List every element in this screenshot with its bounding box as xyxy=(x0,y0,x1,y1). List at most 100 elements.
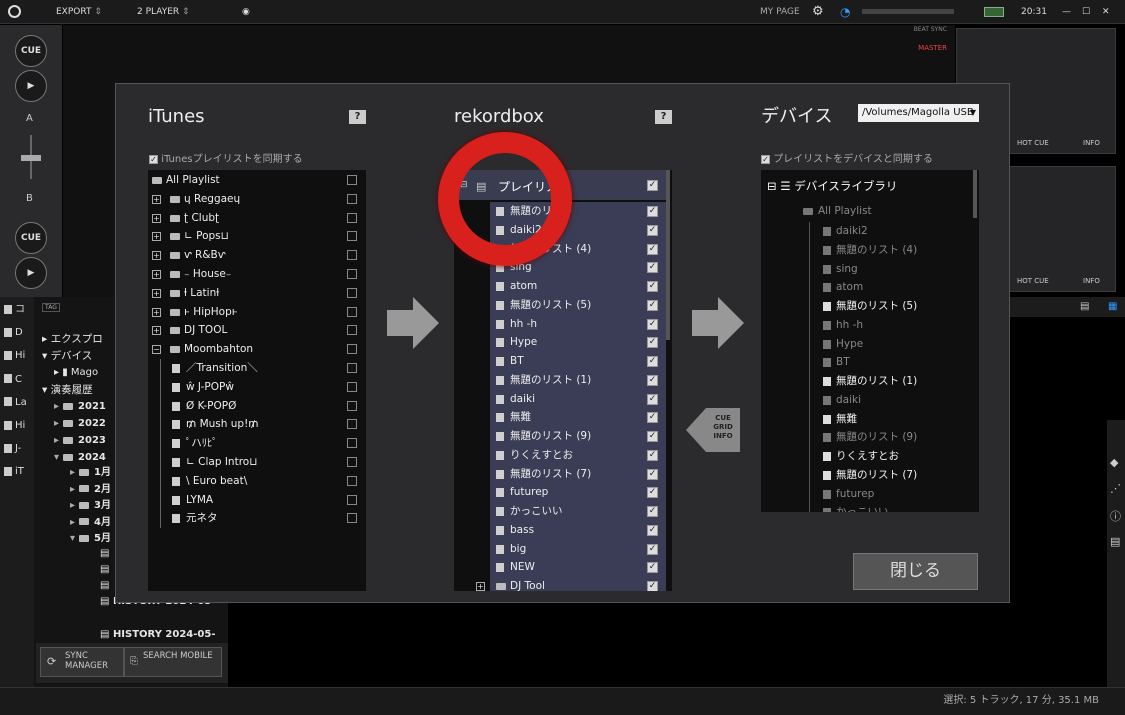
collapse-icon[interactable]: − xyxy=(152,345,161,355)
device-playlist-row[interactable]: atom xyxy=(761,278,973,298)
rb-playlist-checkbox[interactable]: ✓ xyxy=(647,412,658,424)
expand-icon[interactable]: + xyxy=(476,582,485,591)
itunes-playlist-row[interactable]: + ⱶ HipHopⱶ xyxy=(148,303,366,322)
device-playlist-row[interactable]: 無題のリスト (4) xyxy=(761,240,973,260)
play-button-a[interactable]: ▶ xyxy=(15,70,47,102)
device-playlist-row[interactable]: daiki2 xyxy=(761,222,973,241)
grid-view-icon[interactable]: ▦ xyxy=(1108,301,1117,312)
rb-scrollbar[interactable] xyxy=(666,170,670,340)
rb-playlist-checkbox[interactable]: ✓ xyxy=(647,524,658,536)
rb-playlist-checkbox[interactable]: ✓ xyxy=(647,487,658,499)
itunes-playlist-row[interactable]: ／Transition＼ xyxy=(148,359,366,378)
sidebar-item-6[interactable]: J- xyxy=(4,442,21,456)
rb-playlist-checkbox[interactable]: ✓ xyxy=(647,262,658,274)
rb-playlist-checkbox[interactable]: ✓ xyxy=(647,374,658,386)
history-file-3[interactable]: ▤ xyxy=(100,579,109,593)
rb-playlist-row[interactable]: daiki ✓ xyxy=(454,390,666,409)
itunes-playlist-checkbox[interactable] xyxy=(347,438,357,449)
list-view-icon[interactable]: ▤ xyxy=(1080,301,1089,312)
rb-playlist-row[interactable]: big ✓ xyxy=(454,540,666,559)
rekordbox-help-button[interactable]: ? xyxy=(655,110,672,124)
info-icon[interactable]: ⓘ xyxy=(1110,508,1121,524)
search-mobile-button[interactable]: ⎘ SEARCH MOBILE xyxy=(124,647,222,677)
itunes-playlist-row[interactable]: All Playlist xyxy=(148,171,366,190)
record-icon[interactable]: ◉ xyxy=(242,0,250,24)
rb-playlist-row[interactable]: 無題のリスト (5) ✓ xyxy=(454,296,666,315)
expand-icon[interactable]: ▸ xyxy=(54,418,59,429)
rb-playlist-row[interactable]: 無難 ✓ xyxy=(454,408,666,427)
expand-icon[interactable]: ▸ xyxy=(70,484,75,495)
device-playlist-row[interactable]: 無題のリスト (7) xyxy=(761,465,973,485)
expand-icon[interactable]: + xyxy=(152,213,161,223)
itunes-playlist-row[interactable]: + ₋ House₋ xyxy=(148,265,366,284)
history-file-1[interactable]: ▤ xyxy=(100,547,109,561)
itunes-playlist-checkbox[interactable] xyxy=(347,250,357,261)
itunes-playlist-row[interactable]: + ɥ Reggaeɥ xyxy=(148,190,366,209)
gear-icon[interactable]: ⚙ xyxy=(812,0,824,24)
device-playlist-row[interactable]: daiki xyxy=(761,390,973,410)
sync-device-checkbox[interactable]: ✓ プレイリストをデバイスと同期する xyxy=(761,150,933,165)
device-playlist-row[interactable]: 無題のリスト (1) xyxy=(761,372,973,391)
expand-icon[interactable]: ▾ xyxy=(54,452,59,463)
collapse-icon[interactable]: ⊟ xyxy=(767,179,777,193)
player-mode-selector[interactable]: 2 PLAYER ⇕ xyxy=(137,0,190,24)
itunes-playlist-row[interactable]: + ƚ Latinƚ xyxy=(148,284,366,303)
device-playlist-row[interactable]: sing xyxy=(761,259,973,279)
rb-playlist-checkbox[interactable]: ✓ xyxy=(647,299,658,311)
device-playlist-row[interactable]: futurep xyxy=(761,484,973,504)
itunes-playlist-checkbox[interactable] xyxy=(347,457,357,467)
rb-playlist-checkbox[interactable]: ✓ xyxy=(647,224,658,236)
month-item-4[interactable]: ▾ 5月 xyxy=(70,530,111,548)
rb-playlist-checkbox[interactable]: ✓ xyxy=(647,337,658,349)
rb-playlist-row[interactable]: futurep ✓ xyxy=(454,483,666,502)
device-scrollbar[interactable] xyxy=(973,170,977,218)
rb-playlist-checkbox[interactable]: ✓ xyxy=(647,543,658,555)
device-all-playlist[interactable]: All Playlist xyxy=(803,205,872,217)
rb-playlist-row[interactable]: かっこいい ✓ xyxy=(454,502,666,521)
itunes-playlist-checkbox[interactable] xyxy=(347,193,357,204)
crossfader[interactable] xyxy=(21,135,41,179)
expand-icon[interactable]: + xyxy=(152,288,161,298)
rb-playlist-row[interactable]: Hype ✓ xyxy=(454,333,666,352)
itunes-playlist-row[interactable]: Ø K-POPØ xyxy=(148,396,366,416)
rb-playlist-checkbox[interactable]: ✓ xyxy=(647,562,658,574)
play-button-b[interactable]: ▶ xyxy=(15,257,47,289)
rb-root-checkbox[interactable]: ✓ xyxy=(647,180,658,191)
itunes-playlist-checkbox[interactable] xyxy=(347,475,357,486)
itunes-playlist-checkbox[interactable] xyxy=(347,287,357,298)
cue-button-a[interactable]: CUE xyxy=(15,35,47,67)
year-item-2022[interactable]: ▸ 2022 xyxy=(54,415,106,433)
hot-cue-tab-a[interactable]: HOT CUE xyxy=(1017,139,1049,147)
itunes-playlist-row[interactable]: 元ネタ xyxy=(148,509,366,529)
rb-playlist-row[interactable]: BT ✓ xyxy=(454,352,666,371)
close-button[interactable]: 閉じる xyxy=(853,553,978,590)
device-library-root[interactable]: ⊟ ☰ デバイスライブラリ xyxy=(767,178,897,194)
rb-playlist-row[interactable]: NEW ✓ xyxy=(454,558,666,577)
device-playlist-row[interactable]: かっこいい xyxy=(761,503,973,512)
sidebar-item-3[interactable]: C xyxy=(4,373,22,387)
rb-playlist-row[interactable]: atom ✓ xyxy=(454,277,666,296)
expand-icon[interactable]: + xyxy=(152,326,161,336)
rb-playlist-checkbox[interactable]: ✓ xyxy=(647,581,658,591)
expand-icon[interactable]: ▸ xyxy=(70,500,75,511)
list-icon[interactable]: ▤ xyxy=(1110,535,1120,548)
rb-playlist-checkbox[interactable]: ✓ xyxy=(647,449,658,461)
history-item[interactable]: ▾ 演奏履歴 xyxy=(42,381,93,399)
maximize-button[interactable]: ☐ xyxy=(1082,0,1090,24)
rekordbox-logo-icon[interactable] xyxy=(8,0,21,24)
device-playlist-row[interactable]: 無題のリスト (9) xyxy=(761,428,973,448)
rb-playlist-checkbox[interactable]: ✓ xyxy=(647,506,658,517)
device-playlist-row[interactable]: hh -h xyxy=(761,315,973,335)
rb-playlist-row[interactable]: + DJ Tool ✓ xyxy=(454,577,666,591)
itunes-playlist-row[interactable]: + ∟ Pops⊔ xyxy=(148,227,366,246)
sidebar-item-2[interactable]: Hi xyxy=(4,349,25,363)
expand-icon[interactable]: + xyxy=(152,307,161,317)
beat-sync-label[interactable]: BEAT SYNC xyxy=(913,26,947,33)
rb-playlist-row[interactable]: りくえすとお ✓ xyxy=(454,446,666,465)
cue-button-b[interactable]: CUE xyxy=(15,222,47,254)
itunes-playlist-row[interactable]: \ Euro beat\ xyxy=(148,471,366,491)
history-file-2[interactable]: ▤ xyxy=(100,563,109,577)
sync-itunes-checkbox[interactable]: ✓ iTunesプレイリストを同期する xyxy=(149,150,303,165)
expand-icon[interactable]: + xyxy=(152,251,161,261)
itunes-playlist-checkbox[interactable] xyxy=(347,212,357,223)
